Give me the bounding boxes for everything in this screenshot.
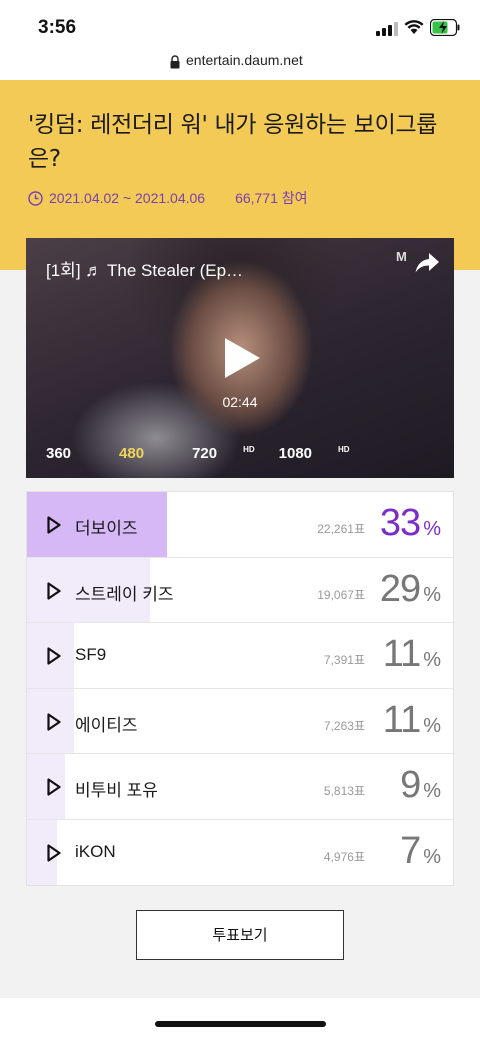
status-bar: 3:56 <box>0 0 480 50</box>
option-votes: 5,813표 <box>323 784 365 798</box>
channel-logo: M <box>396 249 407 264</box>
vote-option[interactable]: 더보이즈 22,261표 33% <box>27 492 453 558</box>
option-votes: 7,263표 <box>323 718 365 733</box>
share-icon[interactable] <box>414 252 440 274</box>
option-percent: 11% <box>382 633 441 675</box>
option-percent: 11% <box>382 698 441 741</box>
option-name: iKON <box>75 841 116 861</box>
option-percent: 7% <box>400 829 441 872</box>
hd-badge: HD <box>243 445 255 454</box>
play-outline-icon <box>47 516 61 534</box>
vote-option[interactable]: 스트레이 키즈 19,067표 29% <box>27 557 453 623</box>
poll-title: '킹덤: 레전더리 워' 내가 응원하는 보이그룹은? <box>28 112 438 172</box>
option-votes: 22,261표 <box>317 522 365 536</box>
play-outline-icon <box>47 581 61 600</box>
vote-option[interactable]: iKON 4,976표 7% <box>27 819 453 885</box>
quality-480[interactable]: 480 <box>119 445 168 462</box>
video-player[interactable]: [1회] ♬ The Stealer (Ep… M 02:44 360 480 … <box>26 238 454 478</box>
browser-address-bar[interactable]: entertain.daum.net <box>0 50 480 80</box>
vote-option[interactable]: 에이티즈 7,263표 11% <box>27 688 453 754</box>
option-name: 비투비 포유 <box>75 781 158 800</box>
option-votes: 19,067표 <box>317 587 365 602</box>
option-votes: 7,391표 <box>323 653 365 667</box>
play-outline-icon <box>47 843 61 862</box>
battery-charging-icon <box>430 19 460 36</box>
status-time: 3:56 <box>38 17 77 38</box>
option-percent: 33% <box>379 502 441 544</box>
option-percent: 9% <box>400 764 441 806</box>
option-name: 더보이즈 <box>75 519 138 538</box>
hd-badge: HD <box>338 445 350 454</box>
option-name: SF9 <box>75 645 107 664</box>
option-votes: 4,976표 <box>323 849 365 864</box>
cellular-signal-icon <box>376 22 398 36</box>
wifi-icon <box>404 20 424 34</box>
play-outline-icon <box>47 712 61 731</box>
quality-720[interactable]: 720 HD <box>192 445 255 462</box>
poll-meta: 2021.04.02 ~ 2021.04.06 66,771 참여 <box>28 188 308 208</box>
page-footer <box>0 998 480 1039</box>
vote-option[interactable]: 비투비 포유 5,813표 9% <box>27 754 453 820</box>
option-name: 스트레이 키즈 <box>75 584 174 604</box>
option-percent: 29% <box>379 567 441 610</box>
poll-period: 2021.04.02 ~ 2021.04.06 <box>49 190 206 206</box>
poll-participants: 66,771 참여 <box>235 190 308 206</box>
quality-selector: 360 480 720 HD 1080 HD <box>46 445 374 462</box>
vote-options-list: 더보이즈 22,261표 33% 스트레이 키즈 19,067표 29% SF9… <box>26 491 454 886</box>
quality-1080[interactable]: 1080 HD <box>279 445 350 462</box>
play-outline-icon <box>47 778 61 796</box>
clock-icon <box>28 190 43 206</box>
vote-option[interactable]: SF9 7,391표 11% <box>27 623 453 689</box>
lock-icon <box>170 55 180 69</box>
video-title: [1회] ♬ The Stealer (Ep… <box>46 261 244 280</box>
option-name: 에이티즈 <box>75 715 138 735</box>
view-vote-button[interactable]: 투표보기 <box>136 910 344 960</box>
home-indicator[interactable] <box>155 1021 326 1027</box>
play-outline-icon <box>47 647 61 665</box>
url-text: entertain.daum.net <box>186 52 303 68</box>
video-duration: 02:44 <box>222 394 258 410</box>
quality-360[interactable]: 360 <box>46 445 95 462</box>
play-icon[interactable] <box>222 336 262 380</box>
